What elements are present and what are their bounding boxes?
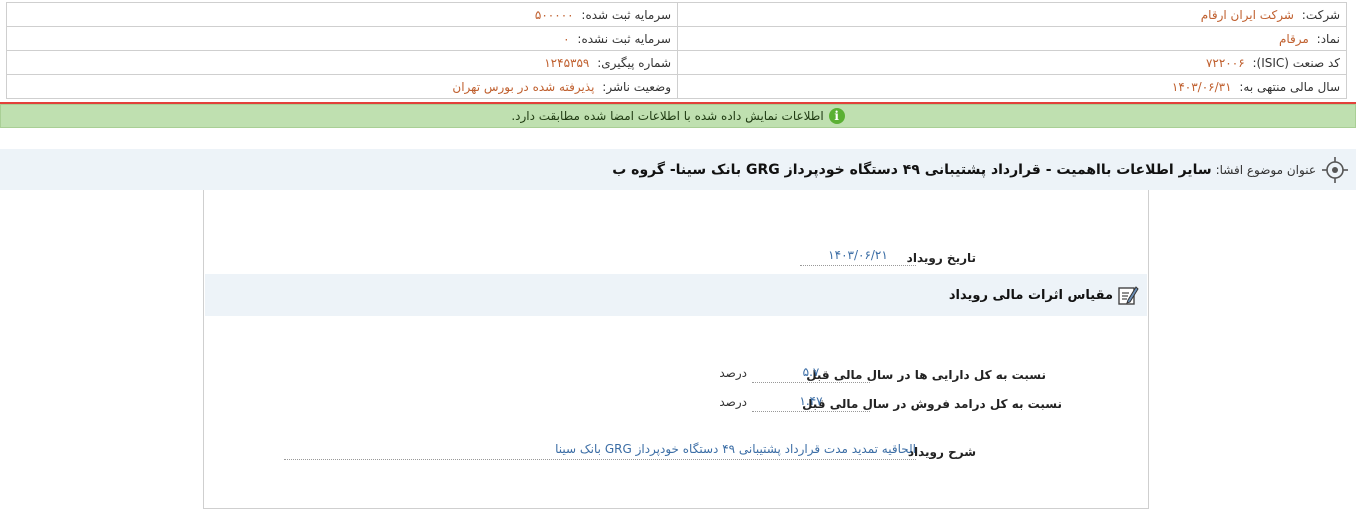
assets-ratio-unit: درصد (719, 366, 747, 380)
disclosure-title: سایر اطلاعات بااهمیت - قرارداد پشتیبانی … (612, 161, 1212, 178)
isic-label: کد صنعت (ISIC): (1252, 55, 1340, 70)
fiscal-year-cell: سال مالی منتهی به: ۱۴۰۳/۰۶/۳۱ (677, 74, 1347, 99)
isic-cell: کد صنعت (ISIC): ۷۲۲۰۰۶ (677, 50, 1347, 75)
publisher-status-cell: وضعیت ناشر: پذیرفته شده در بورس تهران (6, 74, 678, 99)
table-row: سال مالی منتهی به: ۱۴۰۳/۰۶/۳۱ وضعیت ناشر… (6, 74, 1347, 99)
event-description-label: شرح رویداد (907, 445, 976, 459)
disclosure-title-bar: عنوان موضوع افشا: سایر اطلاعات بااهمیت -… (0, 149, 1356, 190)
tracking-number-cell: شماره پیگیری: ۱۲۴۵۳۵۹ (6, 50, 678, 75)
registered-capital-value: ۵۰۰۰۰۰ (534, 7, 574, 22)
event-date-value: ۱۴۰۳/۰۶/۲۱ (800, 248, 916, 266)
symbol-value[interactable]: مرقام (1279, 32, 1309, 46)
publisher-status-label: وضعیت ناشر: (602, 79, 671, 94)
edit-icon (1118, 286, 1139, 305)
unregistered-capital-value: ۰ (563, 31, 570, 46)
company-label: شرکت: (1301, 7, 1340, 22)
fiscal-year-label: سال مالی منتهی به: (1239, 79, 1340, 94)
fiscal-year-value: ۱۴۰۳/۰۶/۳۱ (1171, 79, 1232, 94)
company-name[interactable]: شرکت ایران ارقام (1201, 8, 1294, 22)
company-cell: شرکت: شرکت ایران ارقام (677, 2, 1347, 27)
financial-impact-section-header: مقیاس اثرات مالی رویداد (205, 274, 1147, 316)
symbol-label: نماد: (1316, 31, 1340, 46)
tracking-number-label: شماره پیگیری: (597, 55, 671, 70)
financial-impact-title: مقیاس اثرات مالی رویداد (948, 287, 1113, 303)
unregistered-capital-cell: سرمایه ثبت نشده: ۰ (6, 26, 678, 51)
target-icon (1322, 156, 1348, 183)
banner-text: اطلاعات نمایش داده شده با اطلاعات امضا ش… (511, 109, 824, 123)
unregistered-capital-label: سرمایه ثبت نشده: (577, 31, 671, 46)
info-icon: i (828, 108, 845, 124)
company-info-table: شرکت: شرکت ایران ارقام سرمایه ثبت شده: ۵… (6, 2, 1347, 99)
table-row: کد صنعت (ISIC): ۷۲۲۰۰۶ شماره پیگیری: ۱۲۴… (6, 50, 1347, 75)
sales-ratio-value: ۱.۴۷ (752, 394, 870, 412)
event-date-label: تاریخ رویداد (906, 251, 976, 265)
disclosure-title-label: عنوان موضوع افشا: (1215, 162, 1316, 177)
symbol-cell: نماد: مرقام (677, 26, 1347, 51)
table-row: نماد: مرقام سرمایه ثبت نشده: ۰ (6, 26, 1347, 51)
isic-value: ۷۲۲۰۰۶ (1205, 55, 1245, 70)
publisher-status-value: پذیرفته شده در بورس تهران (452, 79, 595, 94)
table-row: شرکت: شرکت ایران ارقام سرمایه ثبت شده: ۵… (6, 2, 1347, 27)
tracking-number-value: ۱۲۴۵۳۵۹ (544, 55, 590, 70)
event-description-value: الحاقیه تمدید مدت قرارداد پشتیبانی ۴۹ دس… (284, 442, 916, 460)
registered-capital-cell: سرمایه ثبت شده: ۵۰۰۰۰۰ (6, 2, 678, 27)
verification-banner: i اطلاعات نمایش داده شده با اطلاعات امضا… (0, 104, 1356, 128)
sales-ratio-unit: درصد (719, 395, 747, 409)
event-details-panel: تاریخ رویداد ۱۴۰۳/۰۶/۲۱ مقیاس اثرات مالی… (203, 190, 1149, 509)
registered-capital-label: سرمایه ثبت شده: (581, 7, 671, 22)
assets-ratio-value: ۵.۷ (752, 365, 870, 383)
